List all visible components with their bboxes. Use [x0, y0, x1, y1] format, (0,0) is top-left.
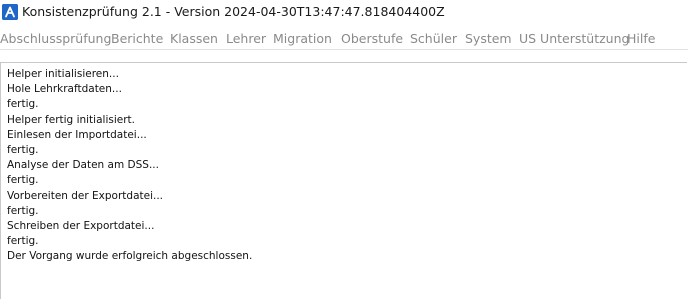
log-line: Schreiben der Exportdatei... [7, 220, 155, 233]
log-line: Helper initialisieren... [7, 68, 119, 80]
window-title: Konsistenzprüfung 2.1 - Version 2024-04-… [22, 4, 445, 19]
log-lines: Helper initialisieren... Hole Lehrkraftd… [7, 67, 252, 265]
menu-oberstufe[interactable]: Oberstufe [341, 31, 403, 46]
menu-berichte[interactable]: Berichte [111, 31, 163, 46]
menu-schueler[interactable]: Schüler [410, 31, 457, 46]
menu-bar: Abschlussprüfung Berichte Klassen Lehrer… [0, 27, 688, 50]
menu-klassen[interactable]: Klassen [170, 31, 218, 46]
log-line: fertig. [7, 144, 39, 157]
log-line: Einlesen der Importdatei... [7, 128, 147, 141]
menu-us-unterstuetzung[interactable]: US Unterstützung [519, 31, 629, 46]
log-line: Vorbereiten der Exportdatei... [7, 189, 164, 202]
log-line: Der Vorgang wurde erfolgreich abgeschlos… [7, 250, 253, 263]
menu-abschlusspruefung[interactable]: Abschlussprüfung [0, 31, 111, 46]
menu-migration[interactable]: Migration [273, 31, 332, 46]
log-line: Analyse der Daten am DSS... [7, 159, 159, 172]
app-window: Konsistenzprüfung 2.1 - Version 2024-04-… [0, 0, 688, 301]
log-line: fertig. [7, 98, 39, 111]
log-line: fertig. [7, 174, 39, 187]
menu-hilfe[interactable]: Hilfe [627, 31, 655, 46]
title-bar[interactable]: Konsistenzprüfung 2.1 - Version 2024-04-… [0, 0, 688, 26]
log-output-area[interactable]: Helper initialisieren... Hole Lehrkraftd… [0, 62, 687, 299]
app-logo-icon [2, 4, 18, 20]
log-line: fertig. [7, 235, 39, 248]
menu-lehrer[interactable]: Lehrer [226, 31, 266, 46]
log-line: Helper fertig initialisiert. [7, 113, 135, 126]
log-line: Hole Lehrkraftdaten... [7, 83, 122, 96]
menu-system[interactable]: System [465, 31, 512, 46]
log-line: fertig. [7, 204, 39, 217]
